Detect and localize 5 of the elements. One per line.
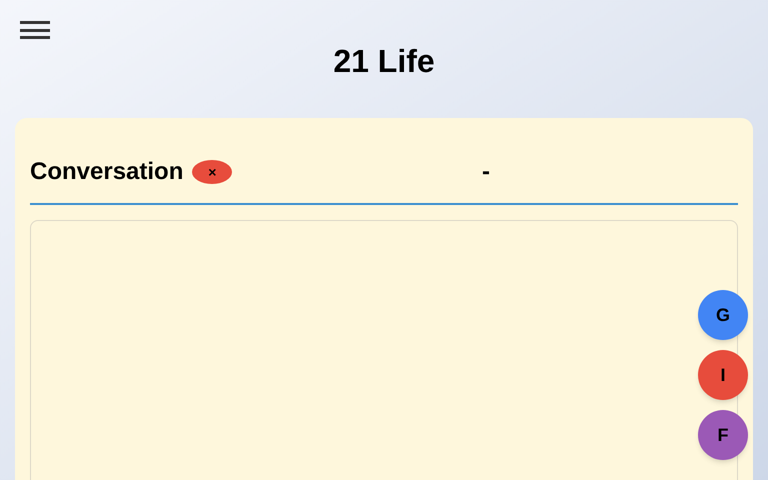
app-title: 21 Life xyxy=(333,42,435,81)
close-button[interactable]: × xyxy=(192,160,232,184)
menu-button[interactable] xyxy=(20,21,50,39)
status-text: - xyxy=(482,157,490,187)
conversation-title: Conversation xyxy=(30,157,184,187)
